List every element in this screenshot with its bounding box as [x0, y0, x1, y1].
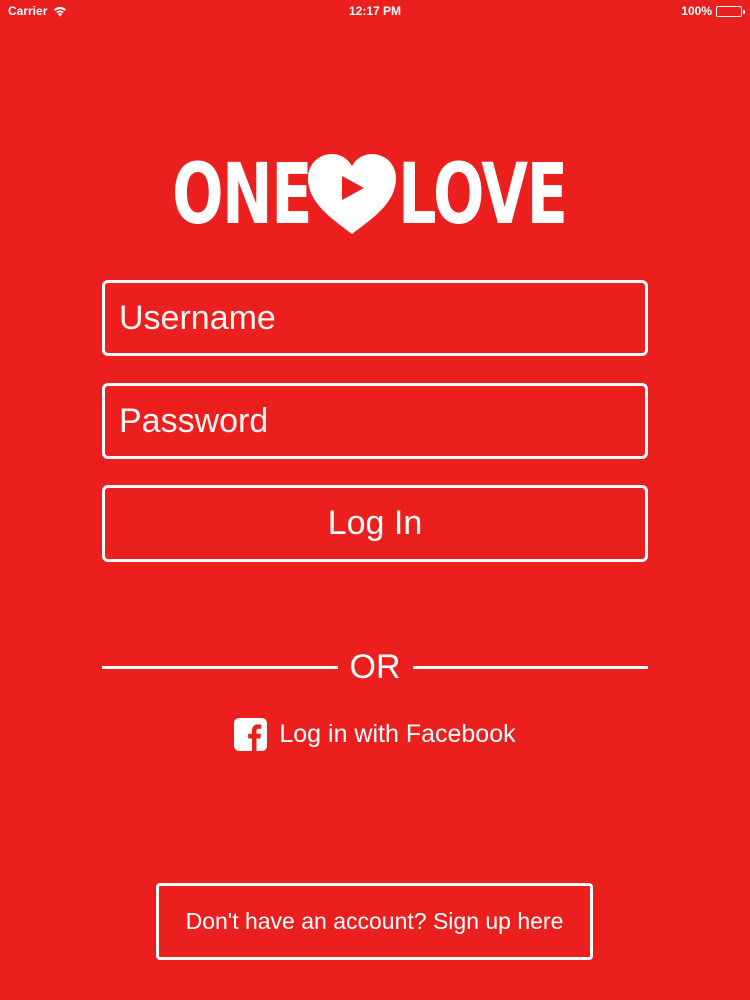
app-logo: ONE LOVE — [0, 152, 750, 236]
signup-label: Don't have an account? Sign up here — [185, 908, 564, 934]
facebook-icon — [234, 718, 268, 751]
or-label: OR — [349, 648, 401, 686]
divider-line-right — [412, 665, 648, 669]
carrier-label: Carrier — [8, 4, 48, 18]
logo-word-one: ONE — [172, 145, 312, 243]
status-time: 12:17 PM — [348, 4, 402, 18]
username-placeholder: Username — [119, 298, 276, 337]
password-placeholder: Password — [119, 401, 269, 440]
username-field[interactable]: Username — [102, 280, 648, 356]
status-bar: Carrier 12:17 PM 100% — [0, 0, 750, 22]
battery-icon — [716, 5, 745, 17]
facebook-login-button[interactable]: Log in with Facebook — [0, 718, 750, 751]
login-button-label: Log In — [327, 504, 423, 542]
wifi-icon — [54, 7, 67, 17]
status-left: Carrier — [8, 4, 67, 18]
login-screen: Carrier 12:17 PM 100% ONE LOVE Username … — [0, 0, 750, 1000]
battery-percentage: 100% — [681, 4, 712, 18]
facebook-login-label: Log in with Facebook — [279, 720, 516, 748]
heart-play-icon — [307, 154, 396, 234]
or-divider: OR — [102, 645, 648, 689]
signup-button[interactable]: Don't have an account? Sign up here — [156, 883, 593, 960]
logo-word-love: LOVE — [397, 145, 568, 243]
login-button[interactable]: Log In — [102, 485, 648, 562]
password-field[interactable]: Password — [102, 383, 648, 459]
divider-line-left — [102, 665, 338, 669]
status-right: 100% — [681, 4, 745, 18]
